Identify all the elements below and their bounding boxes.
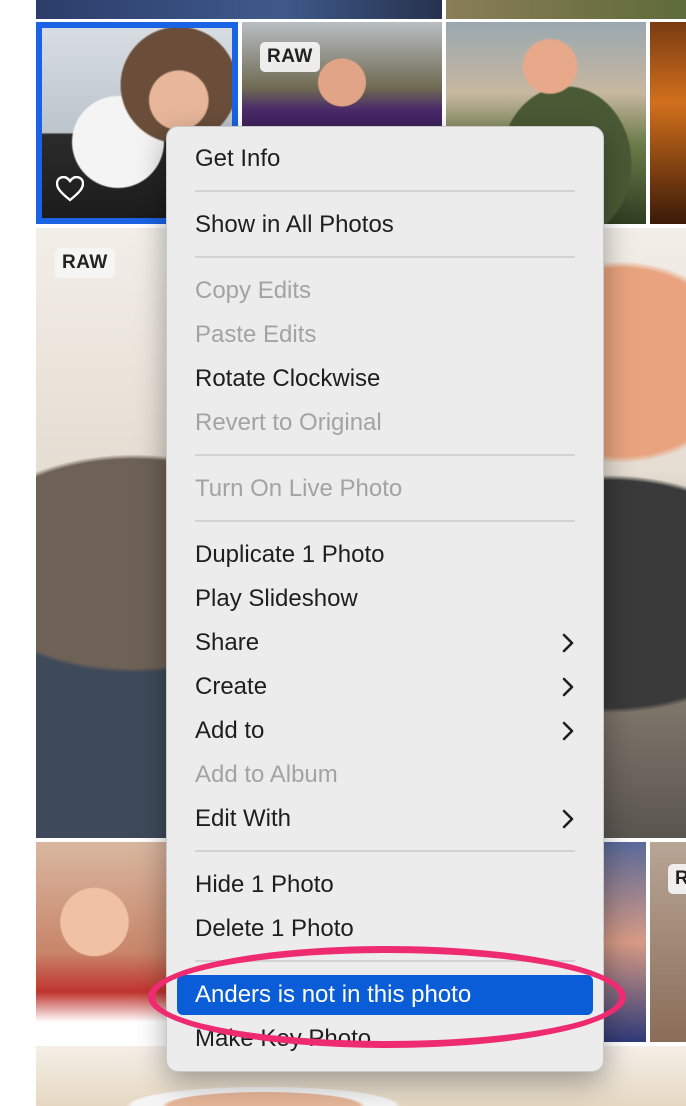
- menu-item-add-to-album: Add to Album: [195, 761, 338, 788]
- menu-item-get-info[interactable]: Get Info: [177, 139, 593, 179]
- menu-item-turn-on-live-photo: Turn On Live Photo: [195, 475, 403, 502]
- chevron-right-icon: [562, 721, 574, 741]
- menu-item-create[interactable]: Create: [177, 667, 593, 707]
- photo-thumbnail[interactable]: [36, 0, 442, 19]
- annotation-ring: [148, 946, 626, 1048]
- menu-separator: [195, 850, 575, 852]
- menu-separator: [195, 256, 575, 258]
- raw-badge: R: [668, 864, 686, 894]
- photo-thumbnail[interactable]: [446, 0, 686, 19]
- menu-separator: [195, 520, 575, 522]
- menu-item-show-in-all-photos[interactable]: Show in All Photos: [177, 205, 593, 245]
- menu-item-rotate-clockwise[interactable]: Rotate Clockwise: [177, 359, 593, 399]
- photo-thumbnail[interactable]: [650, 22, 686, 224]
- menu-item-play-slideshow[interactable]: Play Slideshow: [177, 579, 593, 619]
- context-menu: Get Info Show in All Photos Copy Edits P…: [166, 126, 604, 1072]
- heart-icon[interactable]: [56, 176, 84, 202]
- menu-item-delete-photo[interactable]: Delete 1 Photo: [177, 909, 593, 949]
- menu-item-paste-edits: Paste Edits: [195, 321, 317, 348]
- menu-item-add-to[interactable]: Add to: [177, 711, 593, 751]
- photo-thumbnail[interactable]: R: [650, 842, 686, 1042]
- chevron-right-icon: [562, 677, 574, 697]
- raw-badge: RAW: [260, 42, 320, 72]
- menu-separator: [195, 190, 575, 192]
- chevron-right-icon: [562, 633, 574, 653]
- photo-thumbnail[interactable]: [36, 842, 166, 1042]
- menu-item-duplicate-photo[interactable]: Duplicate 1 Photo: [177, 535, 593, 575]
- menu-item-revert-to-original: Revert to Original: [195, 409, 382, 436]
- menu-item-hide-photo[interactable]: Hide 1 Photo: [177, 865, 593, 905]
- menu-separator: [195, 454, 575, 456]
- menu-item-copy-edits: Copy Edits: [195, 277, 312, 304]
- chevron-right-icon: [562, 809, 574, 829]
- raw-badge: RAW: [55, 248, 115, 278]
- menu-item-share[interactable]: Share: [177, 623, 593, 663]
- menu-item-edit-with[interactable]: Edit With: [177, 799, 593, 839]
- photo-thumbnail[interactable]: RAW: [242, 22, 442, 132]
